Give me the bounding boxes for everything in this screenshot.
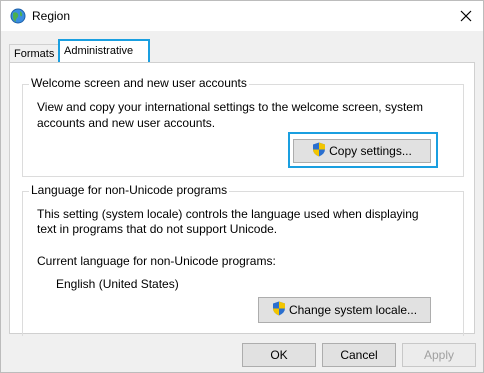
change-system-locale-button[interactable]: Change system locale... (258, 297, 431, 323)
window-title: Region (32, 9, 71, 23)
current-language-label: Current language for non-Unicode program… (37, 254, 276, 268)
tab-formats[interactable]: Formats (9, 44, 63, 64)
globe-icon (10, 8, 26, 24)
close-button[interactable] (455, 5, 477, 27)
region-dialog: Region Formats Administrative Welcome sc… (0, 0, 484, 373)
change-system-locale-label: Change system locale... (288, 303, 418, 317)
unicode-description-line2: text in programs that do not support Uni… (37, 222, 278, 236)
welcome-description-line2: accounts and new user accounts. (37, 116, 216, 130)
close-icon (460, 10, 472, 22)
copy-settings-label: Copy settings... (329, 144, 412, 158)
welcome-group-title: Welcome screen and new user accounts (29, 76, 249, 90)
current-language-value: English (United States) (56, 277, 179, 291)
welcome-description-line1: View and copy your international setting… (37, 100, 423, 114)
cancel-button[interactable]: Cancel (322, 343, 396, 367)
ok-button[interactable]: OK (242, 343, 316, 367)
uac-shield-icon (312, 142, 326, 160)
title-bar[interactable]: Region (1, 1, 483, 31)
non-unicode-group-title: Language for non-Unicode programs (29, 183, 230, 197)
unicode-description-line1: This setting (system locale) controls th… (37, 207, 419, 221)
administrative-panel: Welcome screen and new user accounts Vie… (9, 62, 475, 336)
apply-button[interactable]: Apply (402, 343, 476, 367)
copy-settings-button[interactable]: Copy settings... (293, 139, 431, 163)
uac-shield-icon (272, 301, 286, 319)
